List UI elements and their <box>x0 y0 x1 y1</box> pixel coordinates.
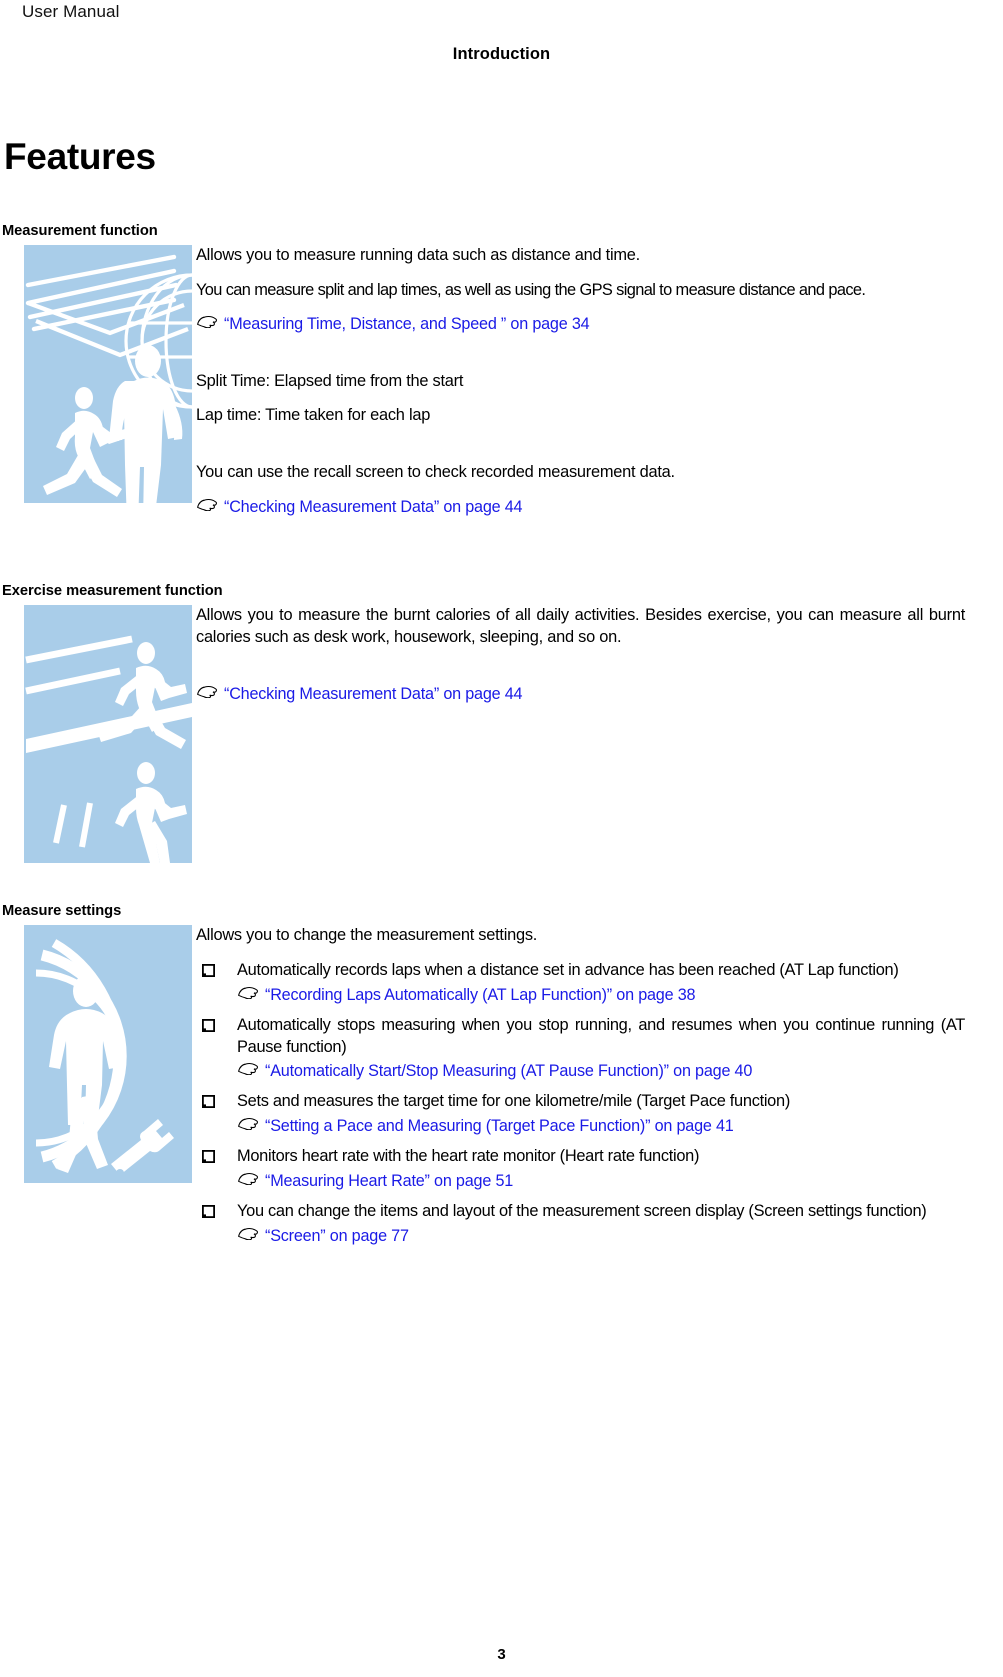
paragraph: Split Time: Elapsed time from the start <box>196 371 464 390</box>
feature-bullet-list: Automatically records laps when a distan… <box>196 960 965 1247</box>
paragraph: Allows you to measure running data such … <box>196 245 640 264</box>
list-item-label: Automatically stops measuring when you s… <box>237 1015 965 1056</box>
vertical-spacer <box>196 349 965 371</box>
section-text-column: Allows you to change the measurement set… <box>196 919 1003 1256</box>
page-body: Features Measurement function Allows you… <box>0 120 1003 1256</box>
page-title: Features <box>4 136 156 177</box>
cross-reference-text: “Measuring Time, Distance, and Speed ” o… <box>224 315 590 334</box>
document-running-header: User Manual <box>0 0 1003 40</box>
vertical-spacer <box>196 662 965 684</box>
paragraph: You can use the recall screen to check r… <box>196 463 675 482</box>
illustration-container <box>0 239 196 503</box>
list-item-label: Automatically records laps when a distan… <box>237 960 899 979</box>
pointing-hand-icon <box>197 316 217 329</box>
chapter-title: Introduction <box>452 45 551 63</box>
pointing-hand-icon <box>238 1173 258 1186</box>
section-heading: Exercise measurement function <box>2 583 223 600</box>
illustration-container <box>0 599 196 864</box>
hollow-square-bullet-icon <box>202 1018 215 1032</box>
pointing-hand-icon <box>238 1227 258 1240</box>
paragraph: Lap time: Time taken for each lap <box>196 406 431 425</box>
section-text-column: Allows you to measure the burnt calories… <box>196 599 1003 718</box>
pointing-hand-icon <box>238 1063 258 1076</box>
runner-arcs-wrench-illustration <box>24 925 192 1184</box>
section-measurement-function: Measurement function Allows you to measu… <box>0 223 1003 531</box>
page-number: 3 <box>497 1646 506 1663</box>
cross-reference-link[interactable]: “Measuring Time, Distance, and Speed ” o… <box>196 314 965 335</box>
list-item: Automatically stops measuring when you s… <box>196 1015 965 1083</box>
illustration-container <box>0 919 196 1184</box>
pointing-hand-icon <box>238 1118 258 1131</box>
cross-reference-link[interactable]: “Recording Laps Automatically (AT Lap Fu… <box>237 985 965 1006</box>
cross-reference-text: “Checking Measurement Data” on page 44 <box>224 684 523 703</box>
section-exercise-measurement-function: Exercise measurement function Allows you… <box>0 583 1003 864</box>
cross-reference-text: “Screen” on page 77 <box>265 1226 409 1245</box>
paragraph: Allows you to measure the burnt calories… <box>196 606 965 646</box>
pointing-hand-icon <box>238 986 258 999</box>
cross-reference-link[interactable]: “Checking Measurement Data” on page 44 <box>196 684 965 705</box>
cross-reference-link[interactable]: “Setting a Pace and Measuring (Target Pa… <box>237 1116 965 1137</box>
runners-track-globe-illustration <box>24 244 192 503</box>
vertical-spacer <box>196 440 965 462</box>
cross-reference-link[interactable]: “Automatically Start/Stop Measuring (AT … <box>237 1061 965 1082</box>
cross-reference-text: “Checking Measurement Data” on page 44 <box>224 497 523 516</box>
pointing-hand-icon <box>197 685 217 698</box>
cross-reference-link[interactable]: “Checking Measurement Data” on page 44 <box>196 497 965 518</box>
hollow-square-bullet-icon <box>202 1095 215 1109</box>
cross-reference-text: “Recording Laps Automatically (AT Lap Fu… <box>265 985 696 1004</box>
cross-reference-text: “Automatically Start/Stop Measuring (AT … <box>265 1062 753 1081</box>
section-heading: Measure settings <box>2 903 122 920</box>
list-item: Monitors heart rate with the heart rate … <box>196 1146 965 1192</box>
list-item-label: Sets and measures the target time for on… <box>237 1092 790 1111</box>
paragraph: Allows you to change the measurement set… <box>196 926 538 945</box>
list-item: You can change the items and layout of t… <box>196 1201 965 1247</box>
section-text-column: Allows you to measure running data such … <box>196 239 1003 531</box>
section-heading: Measurement function <box>2 222 158 239</box>
list-item: Automatically records laps when a distan… <box>196 960 965 1006</box>
cross-reference-text: “Measuring Heart Rate” on page 51 <box>265 1172 514 1191</box>
cross-reference-text: “Setting a Pace and Measuring (Target Pa… <box>265 1117 734 1136</box>
paragraph: You can measure split and lap times, as … <box>196 280 866 299</box>
hollow-square-bullet-icon <box>202 963 215 977</box>
hollow-square-bullet-icon <box>202 1150 215 1164</box>
section-measure-settings: Measure settings Allows you to change th… <box>0 903 1003 1256</box>
pointing-hand-icon <box>197 498 217 511</box>
manual-name-label: User Manual <box>22 2 120 21</box>
list-item-label: You can change the items and layout of t… <box>237 1202 927 1221</box>
cross-reference-link[interactable]: “Measuring Heart Rate” on page 51 <box>237 1171 965 1192</box>
hollow-square-bullet-icon <box>202 1205 215 1219</box>
cross-reference-link[interactable]: “Screen” on page 77 <box>237 1226 965 1247</box>
list-item-label: Monitors heart rate with the heart rate … <box>237 1147 700 1166</box>
list-item: Sets and measures the target time for on… <box>196 1091 965 1137</box>
runners-lane-lines-illustration <box>24 605 192 864</box>
